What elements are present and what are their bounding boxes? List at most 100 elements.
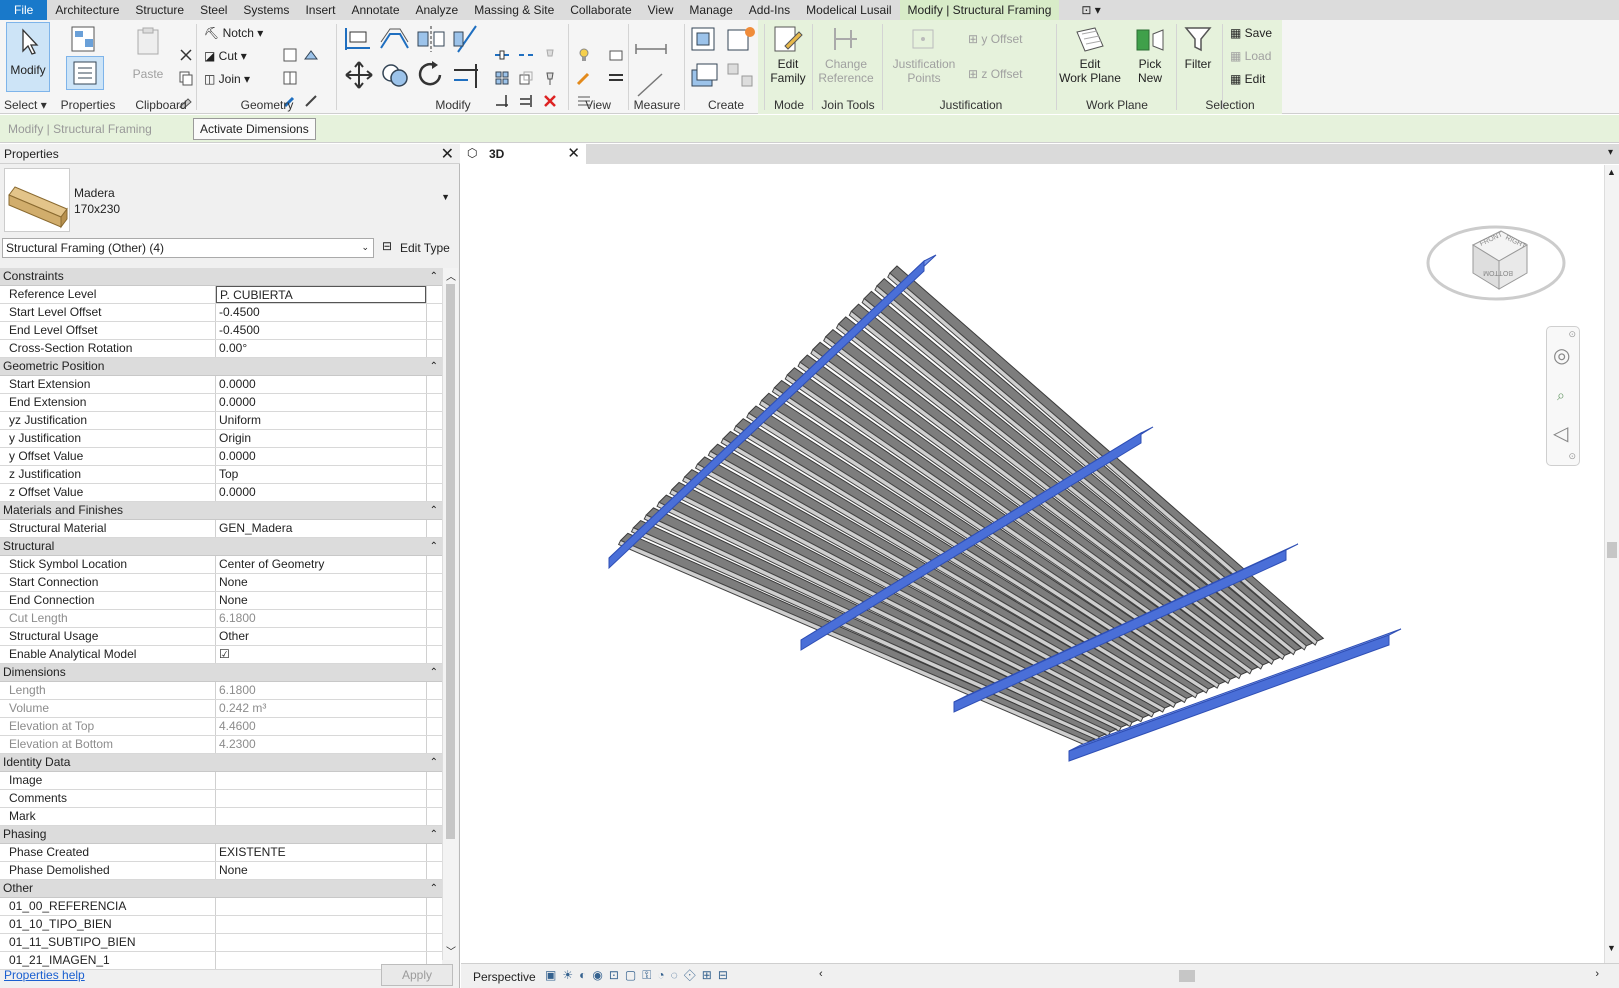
property-value[interactable]: ☑ [216,646,426,663]
section-dimensions[interactable]: Dimensions ⌃ [0,664,442,682]
lock-view-icon[interactable]: ⚿ [642,968,657,982]
z-offset-button[interactable]: ⊞ z Offset [968,67,1034,81]
offset-icon[interactable] [378,24,412,54]
property-value[interactable]: -0.4500 [216,304,426,321]
collapse-chevron-icon[interactable]: ⌃ [430,502,438,519]
create-similar-icon[interactable] [724,60,758,90]
cut-geometry-button[interactable]: ◪ Cut ▾ [204,49,264,63]
modify-button[interactable]: Modify [6,22,50,92]
group-select-label[interactable]: Select ▾ [4,98,52,112]
crop-view-icon[interactable]: ⊡ [609,968,625,982]
hide-bulb-icon[interactable] [576,47,592,63]
scroll-thumb[interactable] [446,284,455,839]
property-value[interactable]: -0.4500 [216,322,426,339]
tab-structure[interactable]: Structure [127,0,192,20]
property-value[interactable] [216,790,426,807]
steering-wheel-icon[interactable]: ◎ [1553,343,1570,368]
property-value[interactable] [216,898,426,915]
load-selection-button[interactable]: ▦ Load [1230,49,1280,63]
split-with-gap-icon[interactable] [518,47,534,63]
property-value[interactable]: None [216,862,426,879]
property-value[interactable] [216,808,426,825]
paste-button[interactable]: Paste [128,26,168,81]
save-selection-button[interactable]: ▦ Save [1230,26,1280,40]
property-value[interactable]: 0.0000 [216,448,426,465]
create-group-icon[interactable] [688,60,722,90]
properties-button[interactable] [66,56,104,90]
scroll-thumb[interactable] [1607,542,1617,558]
property-value[interactable] [216,772,426,789]
align-icon[interactable] [342,24,376,54]
property-value[interactable]: Origin [216,430,426,447]
section-phasing[interactable]: Phasing ⌃ [0,826,442,844]
close-icon[interactable]: ✕ [567,144,580,162]
properties-scrollbar[interactable]: ︿ ﹀ [442,268,458,960]
edit-family-button[interactable]: Edit Family [768,24,808,85]
copy-element-icon[interactable] [378,60,412,90]
mirror-pick-axis-icon[interactable] [414,24,448,54]
worksharing-icon[interactable]: ⊟ [718,968,734,982]
section-other[interactable]: Other ⌃ [0,880,442,898]
scroll-right-icon[interactable]: › [1595,968,1599,980]
tab-modify-structural-framing[interactable]: Modify | Structural Framing [899,0,1060,20]
property-value[interactable]: 0.0000 [216,484,426,501]
collapse-chevron-icon[interactable]: ⌃ [430,538,438,555]
section-materials-and-finishes[interactable]: Materials and Finishes ⌃ [0,502,442,520]
property-value[interactable]: 0.0000 [216,394,426,411]
tab-add-ins[interactable]: Add-Ins [741,0,798,20]
view-tab-3d[interactable]: ⬡ 3D ✕ [461,144,586,164]
viewcube[interactable]: FRONT RIGHT BOTTOM [1421,205,1571,315]
property-value[interactable]: Other [216,628,426,645]
copy-icon[interactable] [178,70,194,86]
temporary-hide-icon[interactable]: ◔ [657,968,670,982]
view-lines-icon[interactable] [608,70,624,86]
tab-massing-site[interactable]: Massing & Site [466,0,562,20]
close-icon[interactable]: ⊙ [1568,329,1576,340]
instance-filter-select[interactable]: Structural Framing (Other) (4) ⌄ [2,238,374,258]
show-crop-icon[interactable]: ▢ [625,968,642,982]
nav-options-icon[interactable]: ⊙ [1568,451,1576,462]
tab-insert[interactable]: Insert [297,0,343,20]
wall-joins-icon[interactable] [282,47,298,63]
cut-scissors-icon[interactable] [178,47,194,63]
rotate-icon[interactable] [414,60,448,90]
tab-annotate[interactable]: Annotate [343,0,407,20]
collapse-chevron-icon[interactable]: ⌃ [430,826,438,843]
zoom-icon[interactable]: ⌕ [1557,387,1565,404]
create-assembly-icon[interactable] [688,24,722,54]
property-value[interactable] [216,916,426,933]
type-properties-icon[interactable] [68,24,102,54]
filter-button[interactable]: Filter [1178,24,1218,71]
measure-icon[interactable] [634,34,668,64]
y-offset-button[interactable]: ⊞ y Offset [968,32,1034,46]
unpin-icon[interactable] [542,47,558,63]
collapse-chevron-icon[interactable]: ⌃ [430,268,438,285]
highlight-displacement-icon[interactable]: ⊞ [702,968,718,982]
move-icon[interactable] [342,60,376,90]
property-value[interactable]: Uniform [216,412,426,429]
property-value[interactable]: EXISTENTE [216,844,426,861]
scroll-up-icon[interactable]: ︿ [446,268,456,283]
activate-dimensions-button[interactable]: Activate Dimensions [193,118,316,140]
tab-collaborate[interactable]: Collaborate [562,0,639,20]
tab-file[interactable]: File [0,0,48,20]
scroll-thumb[interactable] [1179,970,1195,982]
perspective-label[interactable]: Perspective [473,970,536,984]
edit-work-plane-button[interactable]: Edit Work Plane [1058,24,1122,85]
aligned-dimension-icon[interactable] [634,70,668,100]
collapse-chevron-icon[interactable]: ⌃ [430,880,438,897]
array-icon[interactable] [494,70,510,86]
mirror-draw-axis-icon[interactable] [450,24,484,54]
type-selector[interactable]: Madera 170x230 ▼ [0,166,460,234]
view-horizontal-scrollbar[interactable]: ‹ › [819,966,1599,986]
collapse-chevron-icon[interactable]: ⌃ [430,664,438,681]
justification-points-button[interactable]: Justification Points [886,24,962,85]
edit-type-button[interactable]: ⊟ Edit Type [380,238,458,258]
tab-view[interactable]: View [640,0,682,20]
selection-box-icon[interactable] [608,47,624,63]
scroll-left-icon[interactable]: ‹ [819,968,823,980]
split-face-icon[interactable] [282,70,298,86]
property-value[interactable]: None [216,574,426,591]
trim-extend-icon[interactable] [450,60,484,90]
property-value[interactable]: Top [216,466,426,483]
